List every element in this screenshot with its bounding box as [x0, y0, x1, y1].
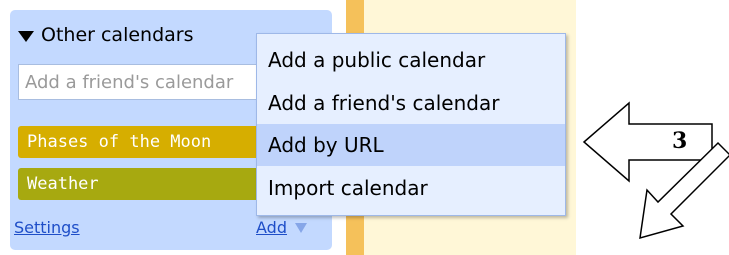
left-arrow-icon: [582, 101, 713, 183]
down-left-arrow-icon: [639, 141, 729, 240]
collapse-triangle-icon[interactable]: [18, 30, 34, 42]
menu-item-label: Add a public calendar: [268, 48, 486, 72]
calendar-item-label: Phases of the Moon: [27, 132, 212, 152]
screenshot-stage: Other calendars Phases of the Moon Weath…: [0, 0, 729, 255]
menu-item-import-calendar[interactable]: Import calendar: [257, 167, 565, 209]
add-link-label[interactable]: Add: [256, 218, 287, 237]
menu-item-label: Add a friend's calendar: [268, 91, 500, 115]
calendar-item-label: Weather: [27, 174, 99, 194]
other-calendars-header[interactable]: Other calendars: [18, 22, 194, 48]
step-number-label: 3: [672, 128, 688, 154]
other-calendars-title: Other calendars: [41, 24, 194, 46]
menu-item-add-friends-calendar[interactable]: Add a friend's calendar: [257, 82, 565, 124]
settings-link[interactable]: Settings: [14, 218, 80, 237]
menu-item-label: Add by URL: [268, 133, 384, 157]
menu-item-add-public-calendar[interactable]: Add a public calendar: [257, 39, 565, 81]
menu-item-label: Import calendar: [268, 176, 428, 200]
menu-item-add-by-url[interactable]: Add by URL: [257, 124, 565, 166]
dropdown-arrow-icon[interactable]: [294, 222, 307, 233]
add-calendar-menu: Add a public calendar Add a friend's cal…: [256, 33, 566, 216]
add-link[interactable]: Add: [256, 218, 307, 237]
